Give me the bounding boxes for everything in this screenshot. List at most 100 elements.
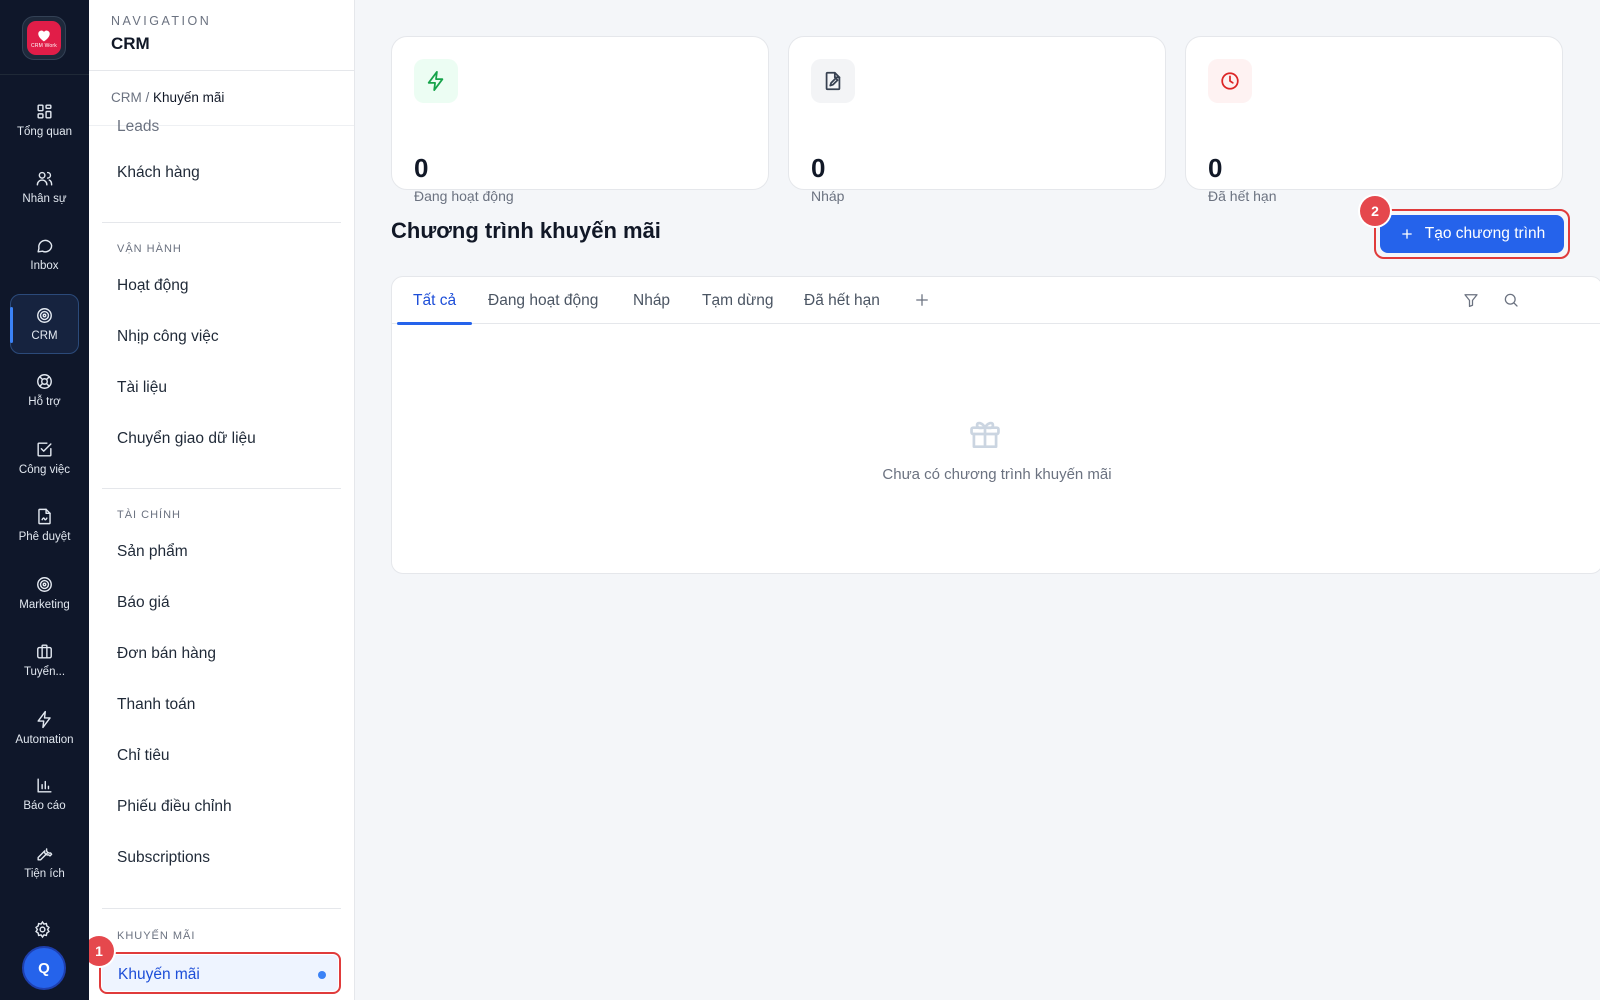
tab-active[interactable]: Đang hoạt động [488, 292, 598, 310]
document-edit-icon [825, 71, 841, 91]
nav-section-promotions: KHUYẾN MÃI [117, 930, 196, 942]
stat-card-expired: 0 Đã hết hạn [1185, 36, 1563, 204]
rail-item-support[interactable]: Hỗ trợ [10, 360, 79, 420]
lifebuoy-icon [37, 374, 52, 389]
chat-icon [37, 239, 53, 253]
heart-icon [38, 30, 50, 41]
create-button-highlight: Tạo chương trình [1374, 209, 1570, 259]
stat-card-active: 0 Đang hoạt động [391, 36, 769, 204]
rail-item-label: Nhân sự [22, 193, 67, 205]
rail-item-crm[interactable]: CRM [10, 294, 79, 354]
dashboard-icon [37, 104, 52, 119]
tab-paused[interactable]: Tạm dừng [702, 292, 774, 310]
stat-icon-box [1208, 59, 1252, 103]
rail-item-marketing[interactable]: Marketing [10, 563, 79, 623]
gift-icon-svg [970, 421, 1000, 449]
rail-item-tasks[interactable]: Công việc [10, 428, 79, 488]
rail-item-recruitment[interactable]: Tuyển... [10, 630, 79, 690]
nav-divider [102, 488, 341, 489]
search-button[interactable] [1502, 291, 1522, 311]
gift-icon [966, 415, 1004, 453]
empty-state-text: Chưa có chương trình khuyến mãi [882, 466, 1112, 483]
rail-item-automation[interactable]: Automation [10, 698, 79, 758]
rail-item-inbox[interactable]: Inbox [10, 224, 79, 284]
page-title: Chương trình khuyến mãi [391, 218, 661, 243]
rail-item-approvals[interactable]: Phê duyệt [10, 495, 79, 555]
tab-bar: Tất cả Đang hoạt động Nháp Tạm dừng Đã h… [392, 277, 1600, 325]
nav-section-finance: TÀI CHÍNH [117, 509, 181, 521]
nav-item-data-transfer[interactable]: Chuyển giao dữ liệu [117, 430, 256, 448]
add-tab-button[interactable] [913, 291, 933, 311]
breadcrumb-current: Khuyến mãi [153, 90, 225, 105]
user-avatar[interactable]: Q [22, 946, 66, 990]
logo-mark: CRM Work [27, 21, 61, 55]
plus-icon [1402, 229, 1412, 239]
rail-item-hr[interactable]: Nhân sự [10, 157, 79, 217]
bar-chart-icon [37, 778, 52, 793]
nav-item-customers[interactable]: Khách hàng [117, 164, 200, 182]
annotation-badge-2: 2 [1360, 196, 1390, 226]
bolt-icon [427, 70, 444, 92]
nav-section-operations: VẬN HÀNH [117, 243, 182, 255]
stat-value: 0 [414, 153, 429, 183]
app-logo[interactable]: CRM Work [22, 16, 66, 60]
stat-icon-box [811, 59, 855, 103]
active-indicator-dot [318, 971, 326, 979]
rail-item-overview[interactable]: Tổng quan [10, 90, 79, 150]
target-icon [37, 577, 52, 592]
rail-item-label: Tuyển... [23, 666, 66, 678]
rail-item-label: Marketing [19, 599, 70, 611]
stat-label: Nháp [811, 188, 845, 204]
rail-item-label: Hỗ trợ [28, 396, 61, 408]
stat-value: 0 [811, 153, 826, 183]
breadcrumb-separator: / [145, 90, 150, 105]
tab-all[interactable]: Tất cả [413, 292, 456, 310]
active-tab-indicator [397, 322, 472, 325]
nav-item-promotions[interactable]: Khuyến mãi [99, 952, 341, 994]
create-program-button[interactable]: Tạo chương trình [1380, 215, 1564, 253]
checkbox-icon [37, 442, 52, 457]
rail-item-label: Automation [15, 734, 74, 746]
rail-item-label: Inbox [30, 260, 59, 272]
bolt-icon [37, 710, 51, 729]
nav-title: CRM [111, 34, 150, 53]
nav-item-work-rhythm[interactable]: Nhịp công việc [117, 328, 219, 346]
nav-item-quotes[interactable]: Báo giá [117, 594, 170, 612]
document-sign-icon [38, 508, 51, 525]
gear-icon [35, 920, 50, 939]
search-icon [1504, 293, 1518, 307]
rail-divider [0, 74, 89, 75]
users-icon [36, 171, 53, 186]
rail-item-label: Phê duyệt [18, 531, 71, 543]
clock-icon [1221, 72, 1239, 90]
stat-value: 0 [1208, 153, 1223, 183]
rail-item-reports[interactable]: Báo cáo [10, 764, 79, 824]
rail-item-label: Báo cáo [23, 800, 66, 812]
rail-item-label: CRM [31, 330, 58, 342]
tab-expired[interactable]: Đã hết hạn [804, 292, 880, 310]
create-program-label: Tạo chương trình [1424, 225, 1546, 242]
tab-draft[interactable]: Nháp [633, 292, 670, 310]
nav-item-adjustments[interactable]: Phiếu điều chỉnh [117, 798, 232, 816]
filter-button[interactable] [1462, 291, 1482, 311]
stat-label: Đã hết hạn [1208, 188, 1277, 204]
nav-item-documents[interactable]: Tài liệu [117, 379, 167, 397]
rail-item-utilities[interactable]: Tiện ích [10, 832, 79, 892]
nav-eyebrow: NAVIGATION [111, 14, 212, 28]
nav-item-subscriptions[interactable]: Subscriptions [117, 849, 210, 867]
breadcrumb-root[interactable]: CRM [111, 90, 142, 105]
nav-scroll-area[interactable]: Leads Khách hàng VẬN HÀNH Hoạt động Nhịp… [89, 118, 354, 1000]
nav-item-sales-orders[interactable]: Đơn bán hàng [117, 645, 216, 663]
nav-item-payments[interactable]: Thanh toán [117, 696, 195, 714]
nav-item-leads[interactable]: Leads [117, 118, 159, 136]
settings-button[interactable] [33, 920, 55, 942]
logo-text: CRM Work [31, 42, 57, 49]
nav-item-targets[interactable]: Chỉ tiêu [117, 747, 170, 765]
nav-item-products[interactable]: Sản phẩm [117, 543, 188, 561]
nav-item-activities[interactable]: Hoạt động [117, 277, 189, 295]
main-content: 0 Đang hoạt động 0 Nháp 0 Đã hết hạn Chư… [356, 0, 1600, 1000]
stat-label: Đang hoạt động [414, 188, 514, 204]
nav-item-label: Khuyến mãi [118, 966, 200, 983]
secondary-nav: NAVIGATION CRM CRM / Khuyến mãi Leads Kh… [89, 0, 355, 1000]
rail-item-label: Công việc [18, 464, 71, 476]
